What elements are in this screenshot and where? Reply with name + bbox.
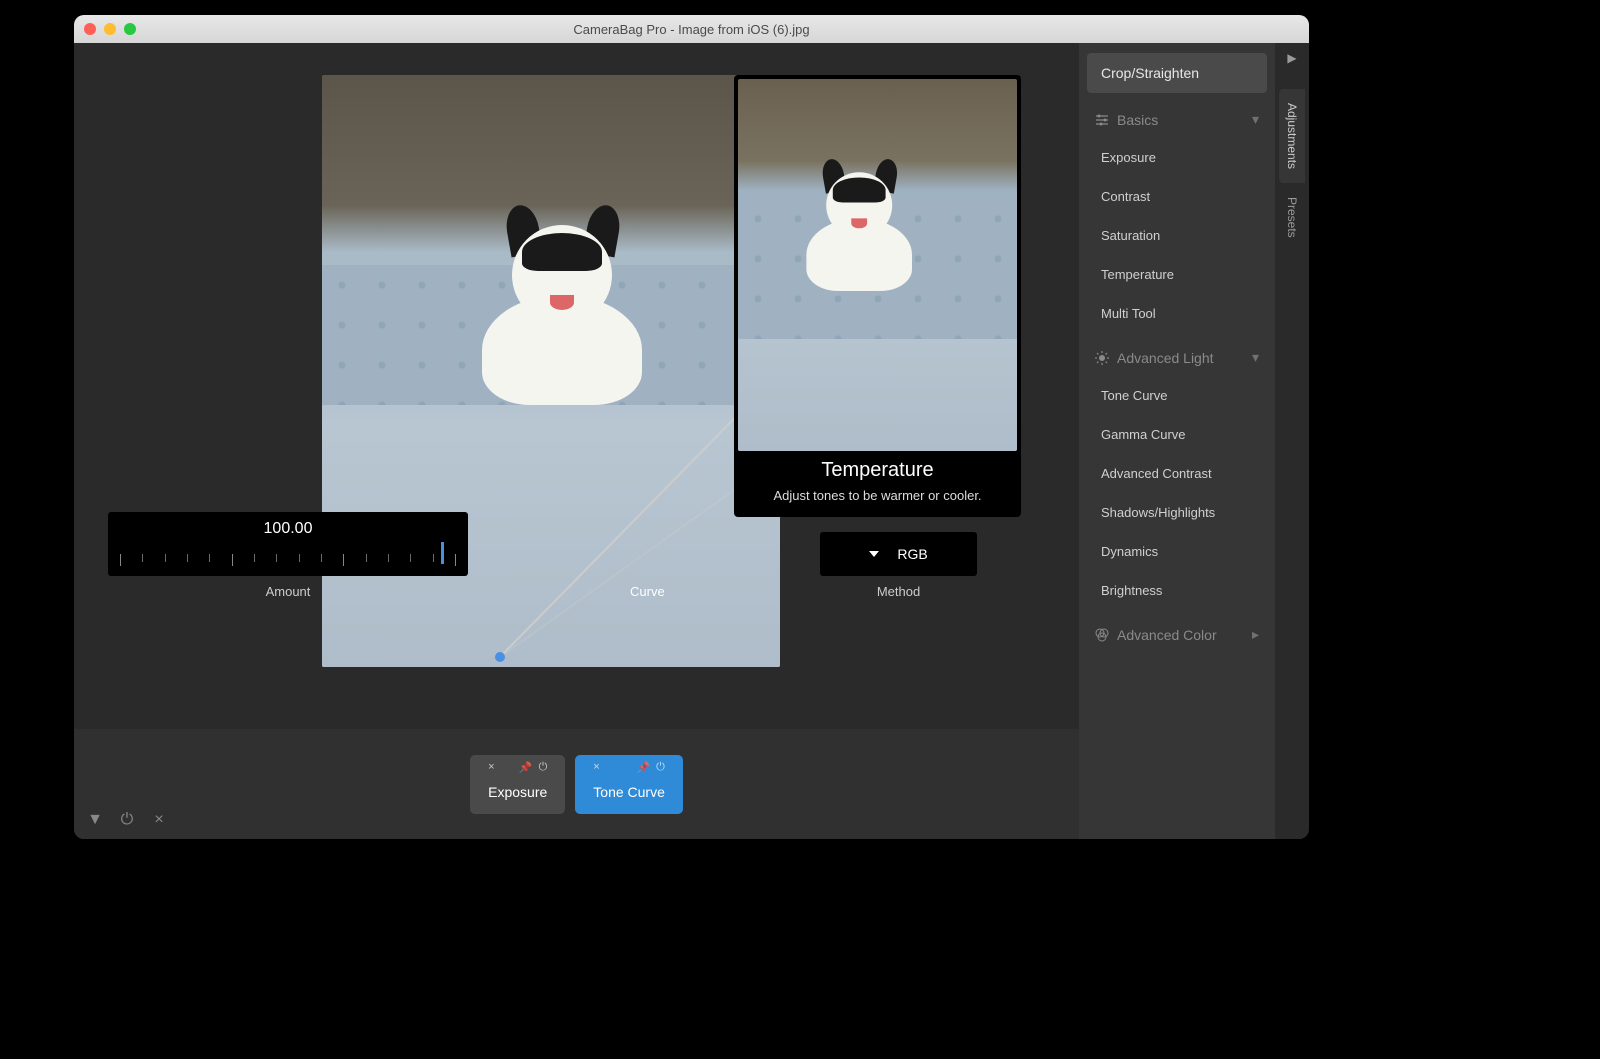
traffic-lights (84, 23, 136, 35)
chevron-down-icon: ▾ (1252, 349, 1259, 366)
method-control: RGB Method (820, 532, 977, 599)
group-header-advanced-light[interactable]: Advanced Light ▾ (1087, 335, 1267, 374)
sidebar-item-advanced-contrast[interactable]: Advanced Contrast (1087, 456, 1267, 491)
sidebar-item-exposure[interactable]: Exposure (1087, 140, 1267, 175)
close-icon[interactable]: × (152, 813, 166, 827)
tooltip-title: Temperature (738, 459, 1017, 482)
maximize-window-button[interactable] (124, 23, 136, 35)
filter-strip: × 📌 ⏻ Exposure × 📌 ⏻ (74, 729, 1079, 839)
amount-slider[interactable]: 100.00 (108, 512, 468, 576)
chevron-down-icon (869, 551, 879, 557)
group-label: Basics (1117, 112, 1158, 128)
color-circles-icon (1095, 628, 1109, 642)
power-icon[interactable]: ⏻ (120, 813, 134, 827)
tooltip-preview-image (738, 79, 1017, 451)
group-header-basics[interactable]: Basics ▾ (1087, 97, 1267, 136)
content-area: Temperature Adjust tones to be warmer or… (74, 43, 1309, 839)
sidebar-item-multi-tool[interactable]: Multi Tool (1087, 296, 1267, 331)
filter-chip-exposure[interactable]: × 📌 ⏻ Exposure (470, 755, 565, 814)
vtab-presets[interactable]: Presets (1279, 183, 1305, 252)
main-area: Temperature Adjust tones to be warmer or… (74, 43, 1079, 839)
window-title: CameraBag Pro - Image from iOS (6).jpg (74, 22, 1309, 37)
method-label: Method (820, 584, 977, 599)
sidebar-item-contrast[interactable]: Contrast (1087, 179, 1267, 214)
brightness-icon (1095, 351, 1109, 365)
sidebar-item-tone-curve[interactable]: Tone Curve (1087, 378, 1267, 413)
app-window: CameraBag Pro - Image from iOS (6).jpg (74, 15, 1309, 839)
method-value: RGB (897, 546, 927, 562)
sliders-icon (1095, 113, 1109, 127)
filter-chip-tone-curve[interactable]: × 📌 ⏻ Tone Curve (575, 755, 683, 814)
power-icon[interactable]: ⏻ (656, 761, 665, 774)
canvas-zone: Temperature Adjust tones to be warmer or… (74, 43, 1079, 729)
sidebar-item-temperature[interactable]: Temperature (1087, 257, 1267, 292)
amount-label: Amount (108, 584, 468, 599)
curve-label: Curve (630, 584, 665, 599)
sidebar-item-dynamics[interactable]: Dynamics (1087, 534, 1267, 569)
group-header-advanced-color[interactable]: Advanced Color ▸ (1087, 612, 1267, 651)
tooltip-description: Adjust tones to be warmer or cooler. (746, 488, 1009, 503)
power-icon[interactable]: ⏻ (539, 761, 548, 774)
side-panel[interactable]: Crop/Straighten Basics ▾ Exposure Contra… (1079, 43, 1275, 839)
expand-panel-icon[interactable]: ▶ (1287, 51, 1296, 65)
chip-label: Tone Curve (593, 784, 665, 800)
close-icon[interactable]: × (488, 761, 494, 774)
vertical-tab-rail: ▶ Adjustments Presets (1275, 43, 1309, 839)
chevron-right-icon: ▸ (1252, 626, 1259, 643)
image-subject (442, 205, 672, 435)
amount-control: 100.00 Amount (108, 512, 468, 599)
vtab-adjustments[interactable]: Adjustments (1279, 89, 1305, 183)
minimize-window-button[interactable] (104, 23, 116, 35)
chevron-down-icon[interactable]: ▼ (88, 813, 102, 827)
slider-handle[interactable] (441, 542, 444, 564)
tooltip-panel: Temperature Adjust tones to be warmer or… (734, 75, 1021, 517)
close-icon[interactable]: × (593, 761, 599, 774)
strip-footer-icons: ▼ ⏻ × (88, 813, 166, 827)
chevron-down-icon: ▾ (1252, 111, 1259, 128)
sidebar-item-shadows-highlights[interactable]: Shadows/Highlights (1087, 495, 1267, 530)
titlebar[interactable]: CameraBag Pro - Image from iOS (6).jpg (74, 15, 1309, 43)
crop-straighten-button[interactable]: Crop/Straighten (1087, 53, 1267, 93)
group-label: Advanced Color (1117, 627, 1217, 643)
amount-value: 100.00 (120, 520, 456, 538)
method-dropdown[interactable]: RGB (820, 532, 977, 576)
sidebar-item-brightness[interactable]: Brightness (1087, 573, 1267, 608)
sidebar-item-saturation[interactable]: Saturation (1087, 218, 1267, 253)
close-window-button[interactable] (84, 23, 96, 35)
pin-icon[interactable]: 📌 (519, 761, 533, 774)
group-label: Advanced Light (1117, 350, 1214, 366)
chip-label: Exposure (488, 784, 547, 800)
pin-icon[interactable]: 📌 (636, 761, 650, 774)
sidebar-item-gamma-curve[interactable]: Gamma Curve (1087, 417, 1267, 452)
